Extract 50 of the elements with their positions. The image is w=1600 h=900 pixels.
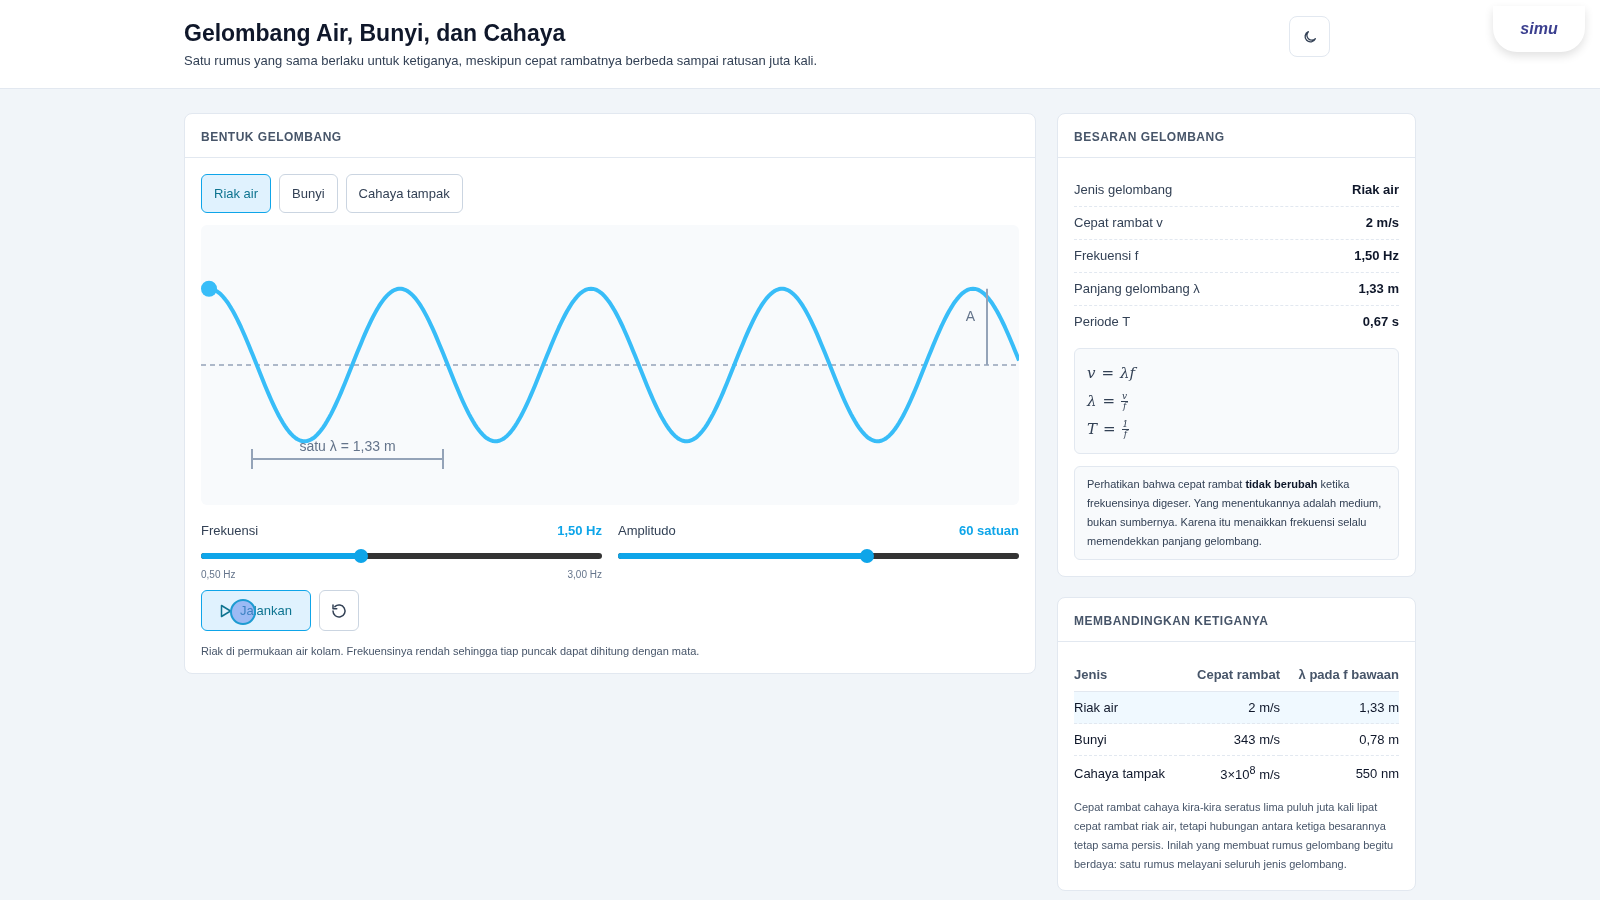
table-cell: 343 m/s [1181, 723, 1281, 756]
wave-type-tab[interactable]: Riak air [201, 174, 272, 213]
card-title: BENTUK GELOMBANG [201, 130, 342, 144]
theme-toggle-button[interactable] [1289, 16, 1330, 57]
column-header: λ pada f bawaan [1280, 658, 1399, 692]
quantity-label: Panjang gelombang λ [1074, 281, 1200, 296]
quantity-value: 0,67 s [1362, 314, 1399, 329]
quantity-value: 1,50 Hz [1354, 248, 1399, 263]
wave-type-tab[interactable]: Cahaya tampak [345, 174, 463, 213]
source-dot [201, 280, 217, 297]
quantity-label: Frekuensi f [1074, 248, 1139, 263]
wavelength-label: satu λ = 1,33 m [299, 438, 396, 454]
table-cell: Riak air [1074, 691, 1182, 724]
quantity-label: Periode T [1074, 314, 1131, 329]
table-cell: 0,78 m [1280, 723, 1399, 756]
amplitude-label: A [965, 307, 975, 324]
card-title: MEMBANDINGKAN KETIGANYA [1074, 614, 1269, 628]
explanation-text: Cepat rambat cahaya kira-kira seratus lima puluh juta kali lipat cepat rambat riak air, tetapi hubungan antara ketiga besarannya tetap sama persis. Inilah yang membuat rumus gelombang begitu berdaya: satu rumus melayani seluruh jenis gelombang. [1074, 800, 1395, 873]
quantity-label: Jenis gelombang [1074, 182, 1173, 197]
column-header: Jenis [1074, 658, 1182, 692]
quantity-value: 1,33 m [1358, 281, 1399, 296]
page-title: Gelombang Air, Bunyi, dan Cahaya [184, 20, 567, 47]
play-icon [220, 603, 232, 618]
table-cell: Bunyi [1074, 723, 1182, 756]
range-max-label: 3,00 Hz [567, 569, 602, 580]
column-header: Cepat rambat [1181, 658, 1281, 692]
range-min-label: 0,50 Hz [201, 569, 236, 580]
table-cell: 2 m/s [1181, 691, 1281, 724]
table-cell: 550 nm [1280, 755, 1399, 791]
slider-label: Amplitudo [618, 523, 676, 538]
table-cell: Cahaya tampak [1074, 755, 1182, 791]
slider-thumb[interactable] [354, 549, 369, 563]
slider-thumb[interactable] [859, 549, 874, 563]
info-note: Perhatikan bahwa cepat rambat tidak berubah ketika frekuensinya digeser. Yang menentukannya adalah medium, bukan sumbernya. Karena itu menaikkan frekuensi selalu memendekkan panjang gelombang. [1074, 466, 1399, 560]
quantity-label: Cepat rambat v [1074, 215, 1163, 230]
logo-badge[interactable]: simu [1493, 6, 1585, 52]
page-subtitle: Satu rumus yang sama berlaku untuk ketiganya, meskipun cepat rambatnya berbeda sampai ratusan juta kali. [184, 53, 818, 68]
quantity-value: 2 m/s [1365, 215, 1399, 230]
card-title: BESARAN GELOMBANG [1074, 130, 1225, 144]
slider-value: 1,50 Hz [557, 523, 602, 538]
table-cell: 3×10$^{8}$ m/s [1181, 755, 1281, 791]
slider-label: Frekuensi [201, 523, 259, 538]
reset-button[interactable] [319, 590, 360, 631]
description-text: Riak di permukaan air kolam. Frekuensinya rendah sehingga tiap puncak dapat dihitung dengan mata. [201, 645, 701, 657]
slider-value: 60 satuan [959, 523, 1019, 538]
quantity-value: Riak air [1352, 182, 1399, 197]
table-cell: 1,33 m [1280, 691, 1399, 724]
formula: v = λf [1087, 363, 1136, 384]
reset-icon [330, 601, 349, 620]
wave-type-tab[interactable]: Bunyi [279, 174, 338, 213]
